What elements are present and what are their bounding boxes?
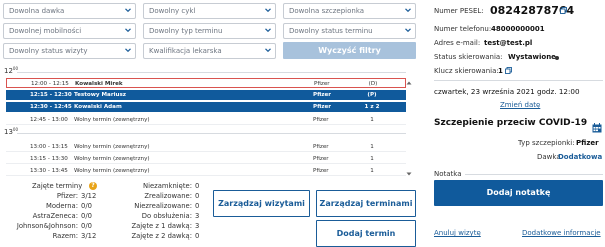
phone-value: 48000000001	[491, 25, 545, 33]
referral-status-label: Status skierowania:	[434, 53, 503, 61]
cancel-visit-link[interactable]: Anuluj wizytę	[434, 229, 481, 237]
stat-label: Niezamknięte:	[143, 182, 192, 190]
scroll-up-icon[interactable]	[406, 80, 412, 86]
term-status-filter-select[interactable]: Dowolny status terminu	[283, 23, 416, 39]
stat-label: Johnson&Johnson:	[16, 222, 78, 230]
chevron-down-icon	[265, 27, 271, 33]
chevron-down-icon	[265, 47, 271, 53]
stat-value: 0	[195, 232, 200, 240]
chevron-down-icon	[125, 47, 131, 53]
add-note-button[interactable]: Dodaj notatkę	[434, 180, 603, 206]
stat-value: 3/12	[81, 192, 97, 200]
warning-icon[interactable]: ?	[89, 182, 97, 190]
vaccine-filter-select[interactable]: Dowolna szczepionka	[283, 3, 416, 19]
change-date-link[interactable]: Zmień datę	[500, 101, 540, 109]
patient-details-panel: Numer PESEL: 08242878764 Numer telefonu:…	[424, 0, 605, 247]
stat-value: 0/0	[81, 202, 92, 210]
schedule-row[interactable]: 12:45 - 13:00 Wolny termin (zewnętrzny) …	[6, 115, 406, 125]
dose-filter-value: Dowolna dawka	[9, 7, 65, 15]
scroll-down-icon[interactable]	[406, 171, 412, 177]
section-title: Szczepienie przeciw COVID-19	[434, 118, 588, 128]
divider	[434, 80, 603, 81]
add-term-button[interactable]: Dodaj termin	[316, 220, 416, 247]
schedule-row[interactable]: 13:30 - 13:45 Wolny termin (zewnętrzny) …	[6, 166, 406, 176]
stat-label: Niezrealizowane:	[134, 202, 192, 210]
qualification-filter-select[interactable]: Kwalifikacja lekarska	[143, 43, 276, 59]
dose-filter-select[interactable]: Dowolna dawka	[3, 3, 136, 19]
email-label: Adres e-mail:	[434, 39, 481, 47]
stat-value: 3/12	[81, 232, 97, 240]
appointment-date: czwartek, 23 września 2021 godz. 12:00	[434, 87, 580, 96]
schedule-row[interactable]: 13:15 - 13:30 Wolny termin (zewnętrzny) …	[6, 154, 406, 164]
hour-divider	[17, 72, 406, 73]
stat-value: 0	[195, 192, 200, 200]
vaccine-type-label: Typ szczepionki:	[518, 139, 575, 147]
clear-filters-button[interactable]: Wyczyść filtry	[283, 42, 416, 59]
chevron-down-icon	[125, 27, 131, 33]
copy-icon[interactable]	[560, 7, 567, 14]
vaccination-scheduler: Dowolna dawka Dowolny cykl Dowolna szcze…	[0, 0, 605, 247]
stat-value: 3	[195, 212, 200, 220]
pesel-label: Numer PESEL:	[434, 7, 484, 15]
stat-label: Pfizer:	[56, 192, 78, 200]
hour-label-12: 1200	[4, 66, 19, 75]
mobility-filter-select[interactable]: Dowolnej mobilności	[3, 23, 136, 39]
copy-icon[interactable]	[505, 67, 512, 74]
note-label: Notatka	[434, 170, 462, 178]
schedule-row[interactable]: 12:30 - 12:45 Kowalski Adam Pfizer 1 z 2	[6, 102, 406, 112]
hour-label-13: 1300	[4, 127, 19, 136]
hour-divider	[17, 133, 406, 134]
mobility-filter-value: Dowolnej mobilności	[9, 27, 82, 35]
schedule-row[interactable]: 13:00 - 13:15 Wolny termin (zewnętrzny) …	[6, 142, 406, 152]
chevron-down-icon	[405, 27, 411, 33]
term-status-filter-value: Dowolny status terminu	[289, 27, 373, 35]
term-type-filter-select[interactable]: Dowolny typ terminu	[143, 23, 276, 39]
referral-status-value: Wystawione	[508, 53, 556, 61]
phone-label: Numer telefonu:	[434, 25, 492, 33]
taken-terms-label: Zajęte terminy	[32, 182, 83, 190]
cycle-filter-value: Dowolny cykl	[149, 7, 196, 15]
dose-value: Dodatkowa	[558, 153, 603, 161]
schedule-row[interactable]: 12:15 - 12:30 Testowy Mariusz Pfizer (P)	[6, 90, 406, 100]
schedule-scrollbar[interactable]	[405, 80, 413, 178]
stat-label: Zrealizowane:	[144, 192, 192, 200]
qualification-filter-value: Kwalifikacja lekarska	[149, 47, 222, 55]
chevron-down-icon	[405, 7, 411, 13]
additional-info-link[interactable]: Dodatkowe informacje	[522, 229, 601, 237]
term-statistics: Zajęte terminy ? Pfizer: 3/12 Moderna: 0…	[0, 182, 210, 247]
stat-value: 0	[195, 182, 200, 190]
stat-value: 0	[195, 202, 200, 210]
visit-status-filter-value: Dowolny status wizyty	[9, 47, 88, 55]
stat-label: Do obsłużenia:	[141, 212, 192, 220]
manage-terms-button[interactable]: Zarządzaj terminami	[316, 190, 416, 217]
term-type-filter-value: Dowolny typ terminu	[149, 27, 223, 35]
chevron-down-icon	[125, 7, 131, 13]
chevron-down-icon	[265, 7, 271, 13]
calendar-icon[interactable]	[592, 118, 602, 133]
stat-value: 0/0	[81, 212, 92, 220]
note-field-line[interactable]	[465, 174, 603, 175]
stat-label: Zajęte z 2 dawką:	[131, 232, 192, 240]
schedule-row[interactable]: 12:00 - 12:15 Kowalski Mirek Pfizer (D)	[6, 78, 406, 88]
vaccine-filter-value: Dowolna szczepionka	[289, 7, 365, 15]
stat-label: Moderna:	[46, 202, 78, 210]
status-dot-icon	[555, 56, 559, 60]
schedule-list: 1200 12:00 - 12:15 Kowalski Mirek Pfizer…	[3, 64, 417, 178]
stat-label: Zajęte z 1 dawką:	[131, 222, 192, 230]
stat-label: Razem:	[52, 232, 78, 240]
stat-value: 3	[195, 222, 200, 230]
cycle-filter-select[interactable]: Dowolny cykl	[143, 3, 276, 19]
manage-visits-button[interactable]: Zarządzaj wizytami	[213, 190, 310, 217]
referral-key-value: 1	[498, 67, 503, 75]
visit-status-filter-select[interactable]: Dowolny status wizyty	[3, 43, 136, 59]
referral-key-label: Klucz skierowania:	[434, 67, 499, 75]
stat-label: AstraZeneca:	[32, 212, 78, 220]
stat-value: 0/0	[81, 222, 92, 230]
email-value: test@test.pl	[484, 39, 533, 47]
vaccine-type-value: Pfizer	[576, 139, 599, 147]
